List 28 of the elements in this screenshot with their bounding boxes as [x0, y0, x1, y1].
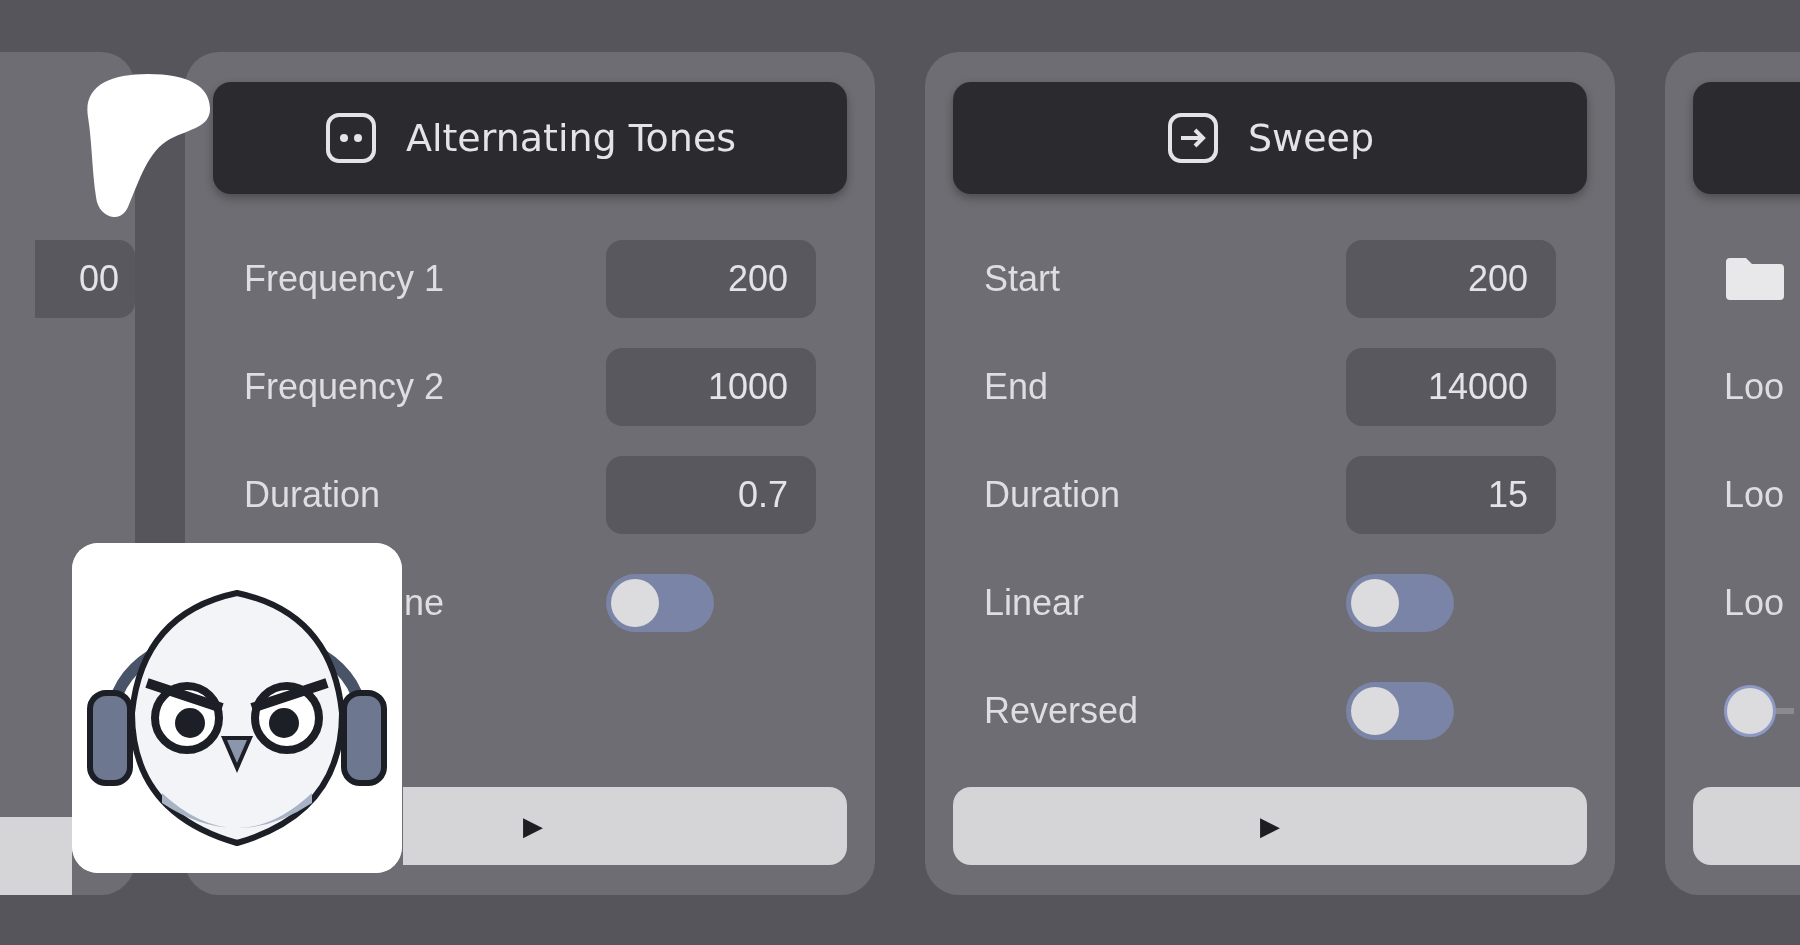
field-label: Duration [984, 474, 1122, 516]
field-label: Duration [244, 474, 382, 516]
toggle-label: Reversed [984, 690, 1140, 732]
field-label: End [984, 366, 1050, 408]
arrow-right-square-icon [1165, 111, 1220, 165]
card-title: Alternating Tones [405, 116, 737, 160]
field-label: Frequency 2 [244, 366, 446, 408]
field-label: Loo [1724, 474, 1786, 516]
slider-track[interactable] [1724, 685, 1794, 737]
slider-thumb[interactable] [1724, 685, 1776, 737]
dots-square-icon [323, 111, 378, 165]
card-title: Sweep [1247, 116, 1375, 160]
field-label: Loo [1724, 366, 1786, 408]
field-label: Start [984, 258, 1062, 300]
field-label: Loo [1724, 582, 1786, 624]
number-field[interactable]: 200 [1346, 240, 1556, 318]
number-field[interactable]: 15 [1346, 456, 1556, 534]
number-field[interactable]: 200 [606, 240, 816, 318]
number-field[interactable]: 0.7 [606, 456, 816, 534]
number-field[interactable]: 14000 [1346, 348, 1556, 426]
play-button[interactable]: ▶ [953, 787, 1587, 865]
toggle-label: ne [403, 582, 446, 624]
folder-icon [1724, 256, 1786, 302]
field-label: Frequency 1 [244, 258, 446, 300]
toggle-label: Linear [984, 582, 1086, 624]
number-field[interactable]: 00 [35, 240, 135, 318]
number-field[interactable]: 1000 [606, 348, 816, 426]
play-button[interactable]: ▶ [403, 787, 847, 865]
